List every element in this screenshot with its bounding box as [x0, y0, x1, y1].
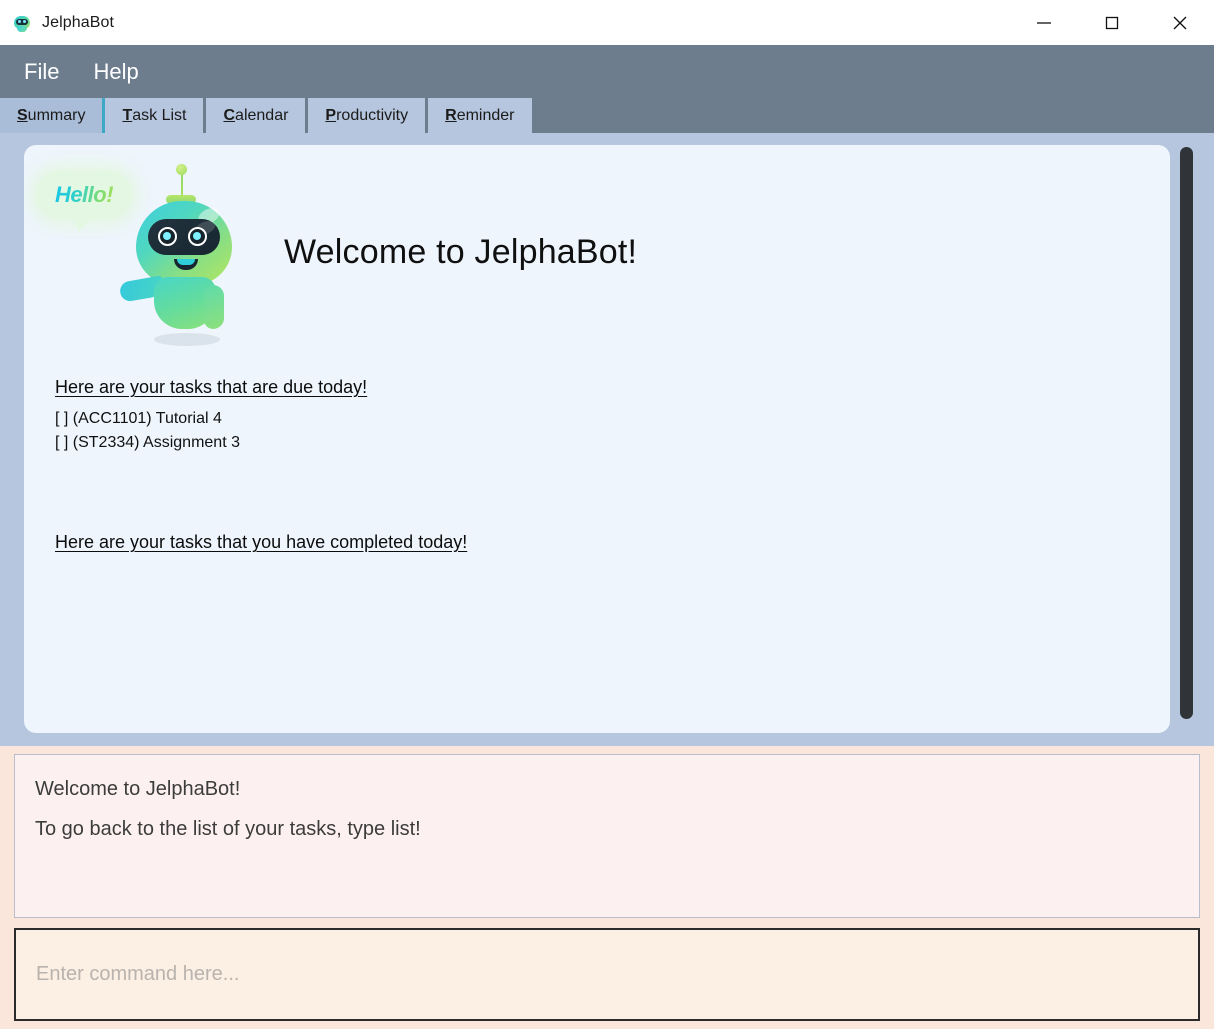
tab-reminder[interactable]: Reminder [428, 98, 535, 133]
tab-strip: Summary Task List Calendar Productivity … [0, 98, 1214, 133]
tab-reminder-mnemonic: R [445, 106, 457, 124]
due-today-heading: Here are your tasks that are due today! [55, 377, 368, 397]
summary-sections: Here are your tasks that are due today! … [24, 345, 1170, 562]
app-window: JelphaBot File Help Summary Task List Ca… [0, 0, 1214, 1029]
maximize-icon[interactable] [1078, 0, 1146, 45]
due-today-section: Here are your tasks that are due today! … [55, 377, 1170, 455]
welcome-hero: Hello! Welcome to JelphaBot! [24, 145, 1170, 346]
list-item: [ ] (ST2334) Assignment 3 [55, 434, 240, 451]
menu-bar: File Help [0, 45, 1214, 98]
tab-productivity[interactable]: Productivity [308, 98, 429, 133]
command-input-region [0, 928, 1214, 1029]
window-controls [1010, 0, 1214, 45]
speech-bubble-text: Hello! [54, 181, 114, 207]
robot-icon [12, 13, 32, 33]
response-line: To go back to the list of your tasks, ty… [35, 818, 421, 840]
tab-calendar-mnemonic: C [223, 106, 236, 124]
title-bar: JelphaBot [0, 0, 1214, 45]
summary-scrollbar[interactable] [1178, 145, 1194, 733]
tab-calendar-label: alendar [235, 106, 289, 124]
response-line: Welcome to JelphaBot! [35, 778, 241, 800]
tab-summary-mnemonic: S [17, 106, 28, 124]
scrollbar-thumb[interactable] [1180, 147, 1193, 719]
response-region: Welcome to JelphaBot! To go back to the … [0, 746, 1214, 928]
tab-task-list-mnemonic: T [122, 106, 133, 124]
tab-task-list-label: ask List [132, 106, 187, 124]
completed-today-heading: Here are your tasks that you have comple… [55, 532, 468, 552]
command-input[interactable] [14, 928, 1200, 1021]
minimize-icon[interactable] [1010, 0, 1078, 45]
summary-content-region: Hello! Welcome to JelphaBot! Here are yo… [0, 133, 1214, 746]
title-bar-left: JelphaBot [0, 13, 114, 33]
tab-productivity-label: roductivity [336, 106, 409, 124]
robot-mascot-icon [118, 161, 248, 346]
menu-item-file[interactable]: File [24, 60, 59, 83]
close-icon[interactable] [1146, 0, 1214, 45]
tab-calendar[interactable]: Calendar [206, 98, 309, 133]
tab-productivity-mnemonic: P [325, 106, 337, 124]
tab-summary-label: ummary [27, 106, 86, 124]
window-title: JelphaBot [42, 13, 115, 31]
tab-reminder-label: eminder [456, 106, 515, 124]
response-box: Welcome to JelphaBot! To go back to the … [14, 754, 1200, 918]
completed-today-section: Here are your tasks that you have comple… [55, 532, 1170, 562]
tab-summary[interactable]: Summary [0, 98, 106, 133]
menu-item-help[interactable]: Help [93, 60, 138, 83]
page-title: Welcome to JelphaBot! [284, 232, 638, 271]
summary-panel: Hello! Welcome to JelphaBot! Here are yo… [24, 145, 1170, 733]
list-item: [ ] (ACC1101) Tutorial 4 [55, 410, 222, 427]
tab-task-list[interactable]: Task List [105, 98, 207, 133]
mascot-illustration: Hello! [24, 155, 274, 350]
